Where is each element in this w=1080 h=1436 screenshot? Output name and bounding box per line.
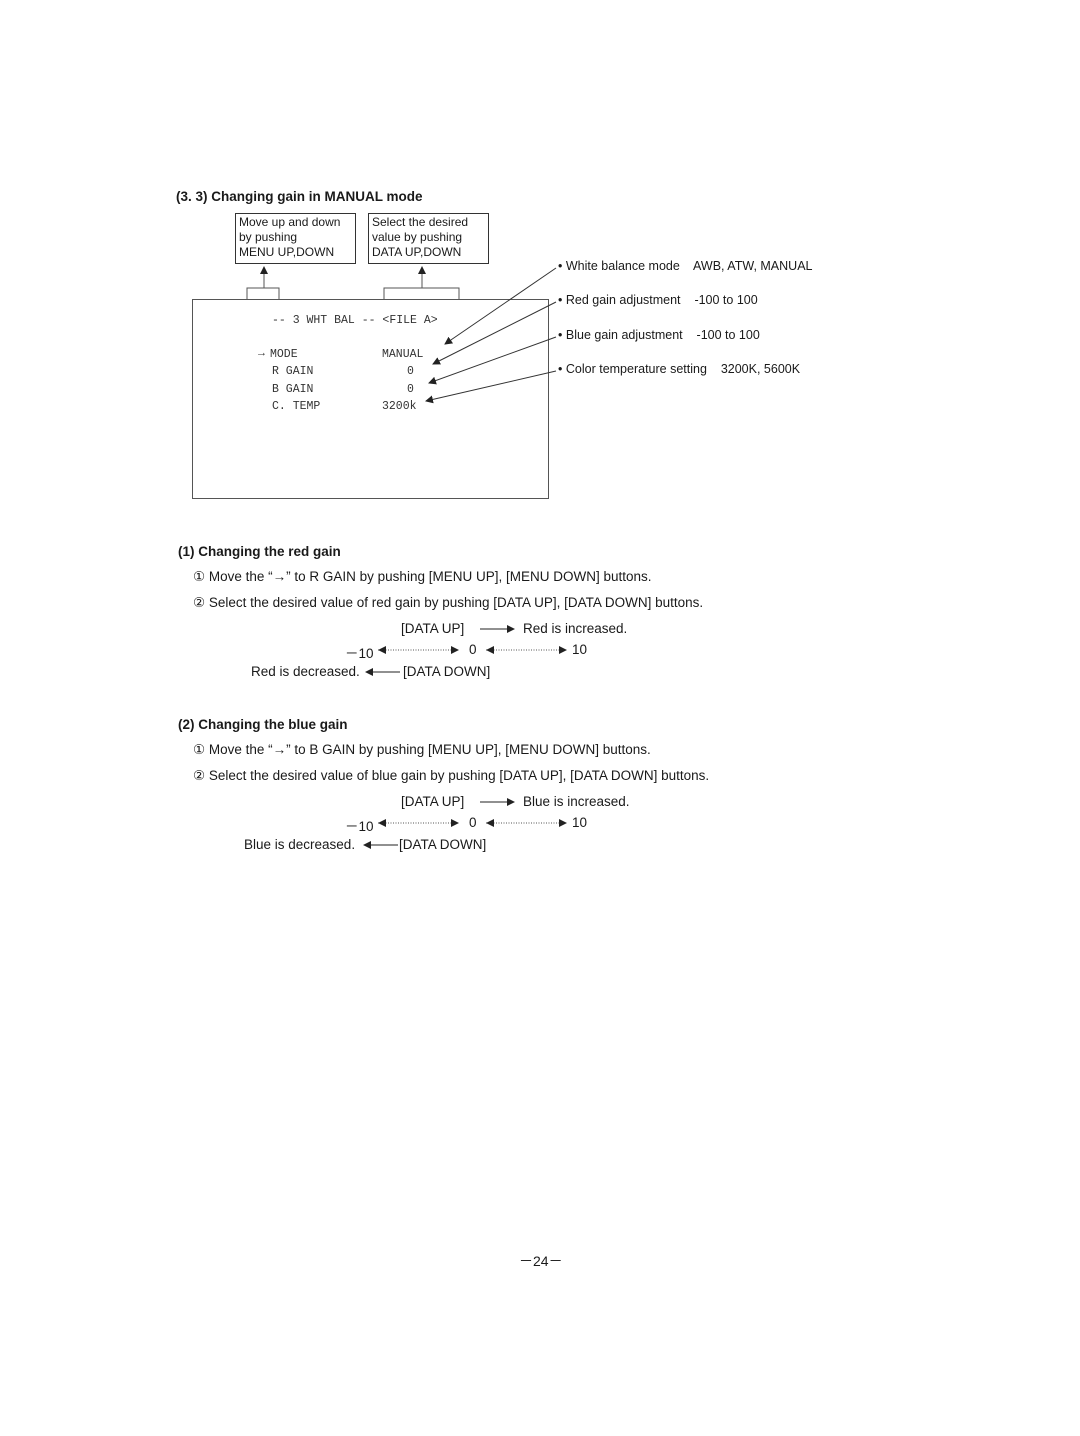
blue-max-value: 10	[572, 815, 588, 830]
red-data-down-label: [DATA DOWN]	[403, 664, 491, 679]
red-gain-heading: (1) Changing the red gain	[178, 544, 341, 559]
step-text: Move the “→” to B GAIN by pushing [MENU …	[208, 742, 651, 757]
red-step-2: ② Select the desired value of red gain b…	[193, 595, 703, 611]
blue-step-1: ① Move the “→” to B GAIN by pushing [MEN…	[193, 742, 651, 758]
step-marker: ②	[193, 595, 206, 610]
step-marker: ②	[193, 768, 206, 783]
data-bracket-connector	[383, 266, 460, 299]
blue-gain-heading: (2) Changing the blue gain	[178, 717, 348, 732]
blue-range-left-head	[378, 819, 386, 827]
red-decreased-label: Red is decreased.	[251, 664, 360, 679]
red-mid-value: 0	[469, 642, 477, 657]
red-min-value: －10	[345, 646, 374, 661]
step-text: Select the desired value of red gain by …	[208, 595, 704, 610]
diagram-connectors	[246, 266, 567, 849]
blue-min-value: －10	[345, 819, 374, 834]
blue-range-mid-head	[486, 819, 494, 827]
red-max-value: 10	[572, 642, 588, 657]
blue-increased-label: Blue is increased.	[523, 794, 630, 809]
pointer-arrow-bgain	[428, 336, 557, 385]
pointer-arrow-mode	[444, 267, 557, 345]
blue-step-2: ② Select the desired value of blue gain …	[193, 768, 709, 784]
step-text: Select the desired value of blue gain by…	[208, 768, 710, 783]
red-step-1: ① Move the “→” to R GAIN by pushing [MEN…	[193, 569, 652, 585]
pointer-arrow-ctemp	[425, 370, 557, 404]
red-data-up-label: [DATA UP]	[401, 621, 465, 636]
red-increased-label: Red is increased.	[523, 621, 628, 636]
step-text: Move the “→” to R GAIN by pushing [MENU …	[208, 569, 652, 584]
blue-mid-value: 0	[469, 815, 477, 830]
blue-data-up-label: [DATA UP]	[401, 794, 465, 809]
menu-bracket-connector	[246, 266, 280, 299]
step-marker: ①	[193, 742, 206, 757]
step-marker: ①	[193, 569, 206, 584]
pointer-arrow-rgain	[432, 301, 557, 365]
blue-decreased-label: Blue is decreased.	[244, 837, 356, 852]
red-range-mid-head	[486, 646, 494, 654]
red-range-left-head	[378, 646, 386, 654]
page-number: －24－	[519, 1253, 563, 1269]
blue-data-down-label: [DATA DOWN]	[399, 837, 487, 852]
